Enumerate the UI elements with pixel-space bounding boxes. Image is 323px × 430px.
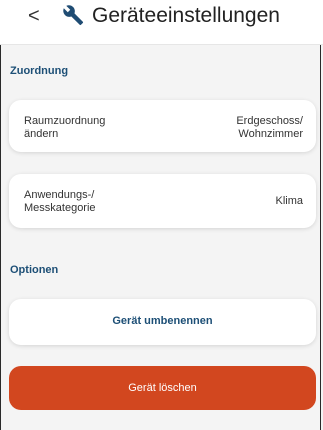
category-label: Anwendungs-/ Messkategorie bbox=[24, 189, 96, 214]
rename-device-label: Gerät umbenennen bbox=[112, 315, 213, 327]
page-title: Geräteeinstellungen bbox=[92, 4, 280, 27]
delete-device-label: Gerät löschen bbox=[128, 382, 197, 394]
wrench-icon bbox=[63, 5, 84, 26]
section-heading-assignment: Zuordnung bbox=[10, 65, 69, 77]
room-assignment-card[interactable]: Raumzuordnung ändern Erdgeschoss/ Wohnzi… bbox=[9, 100, 316, 152]
delete-device-button[interactable]: Gerät löschen bbox=[9, 366, 316, 410]
room-assignment-label: Raumzuordnung ändern bbox=[24, 115, 106, 140]
category-card[interactable]: Anwendungs-/ Messkategorie Klima bbox=[9, 174, 316, 228]
app-header: < Geräteeinstellungen bbox=[0, 0, 323, 45]
back-chevron-icon[interactable]: < bbox=[28, 4, 40, 28]
section-heading-options: Optionen bbox=[10, 264, 59, 276]
room-assignment-value: Erdgeschoss/ Wohnzimmer bbox=[236, 115, 303, 140]
category-value: Klima bbox=[275, 195, 303, 207]
rename-device-button[interactable]: Gerät umbenennen bbox=[9, 299, 316, 345]
